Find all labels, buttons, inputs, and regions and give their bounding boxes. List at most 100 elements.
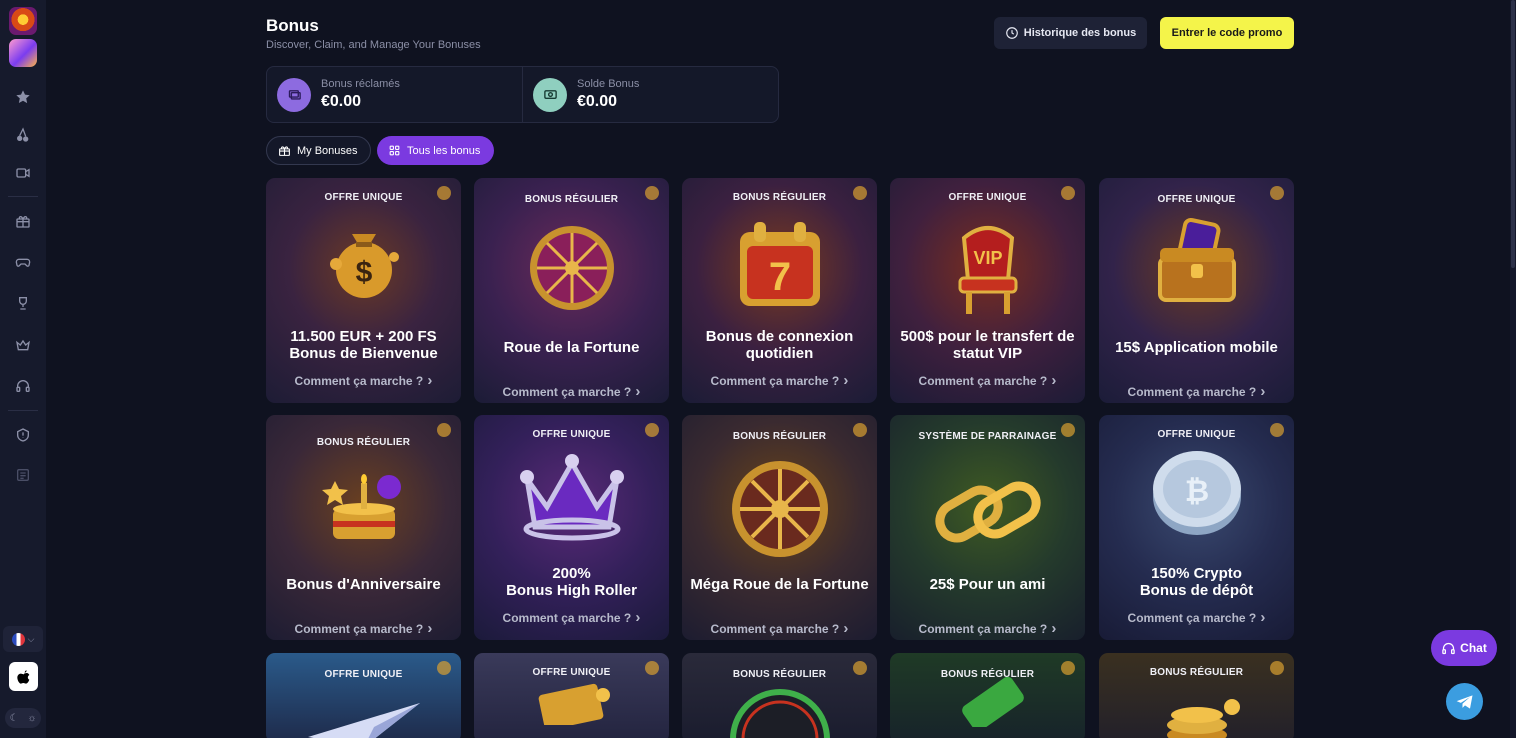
bonus-card[interactable]: SYSTÈME DE PARRAINAGE 25$ Pour un ami Comm… [890, 415, 1085, 640]
tab-my-bonuses-label: My Bonuses [297, 144, 358, 157]
how-it-works-link[interactable]: Comment ça marche ? › [474, 383, 669, 400]
wheel-icon [526, 222, 618, 319]
how-it-works-link[interactable]: Comment ça marche ? › [890, 620, 1085, 637]
bonus-card-tag: OFFRE UNIQUE [324, 669, 403, 680]
scrollbar-thumb[interactable] [1511, 0, 1515, 268]
bonus-card-tag: BONUS RÉGULIER [524, 194, 619, 205]
how-it-works-link[interactable]: Comment ça marche ? › [474, 609, 669, 626]
promo-code-label: Entrer le code promo [1171, 27, 1283, 39]
bonus-card-tag: BONUS RÉGULIER [1149, 667, 1244, 678]
claimed-bonus-stat: Bonus réclamés €0.00 [267, 67, 522, 122]
how-it-works-label: Comment ça marche ? [1127, 385, 1257, 399]
document-icon[interactable] [12, 464, 34, 486]
how-it-works-label: Comment ça marche ? [710, 622, 840, 636]
svg-text:$: $ [355, 256, 372, 289]
tab-my-bonuses[interactable]: My Bonuses [266, 136, 371, 165]
star-icon[interactable] [12, 86, 34, 108]
bonus-card[interactable]: BONUS RÉGULIER [682, 653, 877, 738]
chevron-right-icon: › [423, 372, 433, 389]
chat-button[interactable]: Chat [1431, 630, 1497, 666]
gamepad-icon[interactable] [12, 251, 34, 273]
chat-label: Chat [1460, 641, 1487, 655]
how-it-works-label: Comment ça marche ? [502, 611, 632, 625]
bonus-card[interactable]: OFFRE UNIQUE ₿ 150% Crypto Bonus de dépôt C… [1099, 415, 1294, 640]
sun-icon: ☼ [27, 712, 37, 724]
bonus-card[interactable]: OFFRE UNIQUE [266, 653, 461, 738]
bonus-card[interactable]: BONUS RÉGULIER Bonus d'Anniversaire Commen… [266, 415, 461, 640]
language-selector[interactable]: ⌵ [3, 626, 43, 652]
telegram-icon[interactable] [1446, 683, 1483, 720]
birthday-cake-icon [319, 459, 409, 556]
bonus-card-tag: OFFRE UNIQUE [532, 429, 611, 440]
bonus-history-button[interactable]: Historique des bonus [994, 17, 1147, 49]
bonus-card[interactable]: OFFRE UNIQUE 200% Bonus High Roller Commen… [474, 415, 669, 640]
bonus-card-title: 500$ pour le transfert de statut VIP [900, 328, 1075, 362]
game-logo-icon[interactable] [9, 7, 37, 35]
battery-icon [943, 676, 1033, 732]
bonus-card-title: Bonus d'Anniversaire [286, 576, 441, 593]
svg-text:VIP: VIP [973, 248, 1002, 268]
gift-tab-icon [279, 146, 290, 156]
how-it-works-label: Comment ça marche ? [918, 622, 1048, 636]
bonus-card-title: 150% Crypto Bonus de dépôt [1139, 565, 1254, 599]
page-subtitle: Discover, Claim, and Manage Your Bonuses [266, 39, 481, 51]
bonus-stats-panel: Bonus réclamés €0.00 Solde Bonus €0.00 [266, 66, 779, 123]
how-it-works-link[interactable]: Comment ça marche ? › [682, 372, 877, 389]
how-it-works-link[interactable]: Comment ça marche ? › [1099, 609, 1294, 626]
tab-all-bonuses[interactable]: Tous les bonus [377, 136, 494, 165]
bonus-card[interactable]: OFFRE UNIQUE VIP 500$ pour le transfert de… [890, 178, 1085, 403]
coin-stack-icon [1152, 695, 1242, 738]
bonus-card[interactable]: OFFRE UNIQUE 15$ Application mobile Commen… [1099, 178, 1294, 403]
svg-text:7: 7 [768, 255, 790, 299]
how-it-works-label: Comment ça marche ? [294, 374, 424, 388]
bonus-card-title: 25$ Pour un ami [929, 576, 1046, 593]
crown-nav-icon[interactable] [12, 334, 34, 356]
bonus-card-title: Roue de la Fortune [503, 339, 640, 356]
cash-icon [533, 77, 567, 112]
how-it-works-label: Comment ça marche ? [1127, 611, 1257, 625]
moon-icon: ☾ [9, 712, 19, 724]
bonus-card[interactable]: BONUS RÉGULIER [1099, 653, 1294, 738]
scrollbar[interactable] [1510, 0, 1516, 738]
bonus-balance-stat: Solde Bonus €0.00 [522, 67, 778, 122]
sidebar-divider [8, 410, 38, 411]
claimed-bonus-label: Bonus réclamés [321, 78, 400, 90]
gift-icon[interactable] [12, 210, 34, 232]
crypto-coin-icon: ₿ [1147, 441, 1247, 546]
bonus-card-tag: BONUS RÉGULIER [732, 431, 827, 442]
theme-toggle[interactable]: ☾ ☼ [5, 708, 41, 728]
trophy-icon[interactable] [12, 292, 34, 314]
how-it-works-label: Comment ça marche ? [502, 385, 632, 399]
calendar-icon: 7 [736, 218, 824, 315]
bonus-card[interactable]: BONUS RÉGULIER 7 Bonus de connexion quotid… [682, 178, 877, 403]
bonus-card[interactable]: BONUS RÉGULIER [890, 653, 1085, 738]
chevron-down-icon: ⌵ [27, 633, 35, 644]
how-it-works-link[interactable]: Comment ça marche ? › [1099, 383, 1294, 400]
france-flag-icon [11, 632, 25, 646]
chevron-right-icon: › [1256, 383, 1266, 400]
promo-code-button[interactable]: Entrer le code promo [1160, 17, 1294, 49]
bonus-card[interactable]: BONUS RÉGULIER Roue de la Fortune Comment … [474, 178, 669, 403]
apple-icon[interactable] [9, 662, 38, 691]
live-camera-icon[interactable] [12, 162, 34, 184]
cherries-icon[interactable] [12, 124, 34, 146]
bonus-balance-value: €0.00 [577, 93, 618, 110]
how-it-works-link[interactable]: Comment ça marche ? › [890, 372, 1085, 389]
bonus-card[interactable]: BONUS RÉGULIER Méga Roue de la Fortune Com… [682, 415, 877, 640]
casino-logo-icon[interactable] [9, 39, 37, 67]
how-it-works-link[interactable]: Comment ça marche ? › [682, 620, 877, 637]
bonus-card-tag: OFFRE UNIQUE [1157, 194, 1236, 205]
bonus-card[interactable]: OFFRE UNIQUE $11.500 EUR + 200 FS Bonus d… [266, 178, 461, 403]
how-it-works-link[interactable]: Comment ça marche ? › [266, 620, 461, 637]
headset-chat-icon [1442, 642, 1455, 654]
bonus-balance-label: Solde Bonus [577, 78, 640, 90]
how-it-works-link[interactable]: Comment ça marche ? › [266, 372, 461, 389]
bonus-card-title: 11.500 EUR + 200 FS Bonus de Bienvenue [289, 328, 438, 362]
bonus-history-label: Historique des bonus [1023, 27, 1137, 39]
bonus-card[interactable]: OFFRE UNIQUE [474, 653, 669, 738]
tab-all-bonuses-label: Tous les bonus [407, 144, 481, 157]
grid-icon [389, 145, 400, 156]
money-bag-icon: $ [324, 212, 404, 307]
shield-icon[interactable] [12, 424, 34, 446]
headset-icon[interactable] [12, 375, 34, 397]
